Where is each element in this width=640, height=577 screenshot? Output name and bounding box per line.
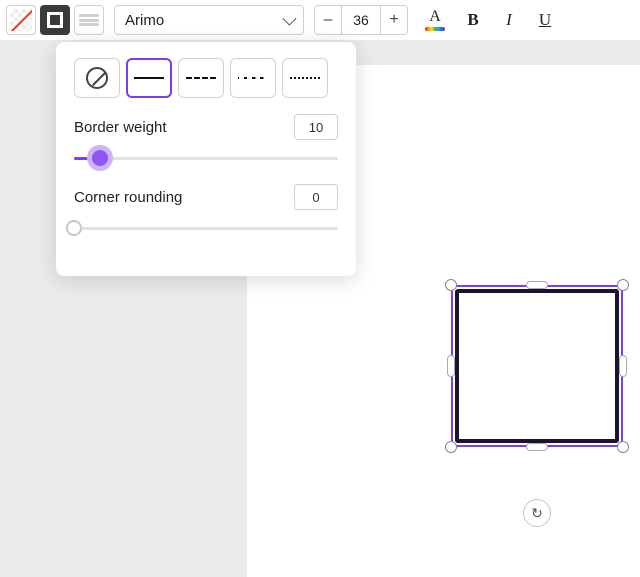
- font-size-value[interactable]: 36: [341, 6, 381, 34]
- border-style-dashed[interactable]: [178, 58, 224, 98]
- corner-rounding-value[interactable]: 0: [294, 184, 338, 210]
- border-weight-thumb[interactable]: [87, 145, 113, 171]
- border-style-options: [74, 58, 338, 98]
- dotted-line-icon: [290, 77, 320, 79]
- none-icon: [86, 67, 108, 89]
- text-color-button[interactable]: A: [420, 5, 450, 35]
- border-style-solid[interactable]: [126, 58, 172, 98]
- rotate-button[interactable]: ↻: [523, 499, 551, 527]
- selected-shape[interactable]: ↻: [447, 281, 627, 451]
- resize-handle-left[interactable]: [447, 355, 455, 377]
- short-dash-line-icon: [238, 77, 268, 79]
- resize-handle-bottom[interactable]: [526, 443, 548, 451]
- border-weight-label: Border weight: [74, 119, 167, 136]
- border-style-panel: Border weight 10 Corner rounding 0: [56, 42, 356, 276]
- font-family-select[interactable]: Arimo: [114, 5, 304, 35]
- border-style-short-dash[interactable]: [230, 58, 276, 98]
- solid-line-icon: [134, 77, 164, 79]
- font-size-decrease-button[interactable]: –: [315, 6, 341, 34]
- resize-handle-bottom-right[interactable]: [617, 441, 629, 453]
- font-size-stepper: – 36 +: [314, 5, 408, 35]
- border-weight-slider[interactable]: [74, 146, 338, 170]
- resize-handle-top-left[interactable]: [445, 279, 457, 291]
- resize-handle-right[interactable]: [619, 355, 627, 377]
- border-weight-control: Border weight 10: [74, 114, 338, 170]
- italic-button[interactable]: I: [496, 5, 522, 35]
- border-weight-value[interactable]: 10: [294, 114, 338, 140]
- rotate-icon: ↻: [531, 505, 543, 522]
- no-fill-icon: [10, 9, 32, 31]
- resize-handle-bottom-left[interactable]: [445, 441, 457, 453]
- corner-rounding-control: Corner rounding 0: [74, 184, 338, 240]
- underline-button[interactable]: U: [532, 5, 558, 35]
- dashed-line-icon: [186, 77, 216, 79]
- no-fill-button[interactable]: [6, 5, 36, 35]
- chevron-down-icon: [282, 12, 296, 26]
- font-family-label: Arimo: [125, 12, 164, 29]
- resize-handle-top-right[interactable]: [617, 279, 629, 291]
- rainbow-icon: [425, 27, 445, 31]
- text-color-letter: A: [429, 9, 441, 25]
- bold-button[interactable]: B: [460, 5, 486, 35]
- border-style-none[interactable]: [74, 58, 120, 98]
- square-outline-icon: [47, 12, 63, 28]
- toolbar: Arimo – 36 + A B I U: [0, 0, 640, 40]
- corner-rounding-thumb[interactable]: [66, 220, 82, 236]
- shape-rectangle[interactable]: [455, 289, 619, 443]
- border-style-button[interactable]: [40, 5, 70, 35]
- fill-lines-button[interactable]: [74, 5, 104, 35]
- corner-rounding-slider[interactable]: [74, 216, 338, 240]
- font-size-increase-button[interactable]: +: [381, 6, 407, 34]
- lines-icon: [79, 10, 99, 30]
- border-style-dotted[interactable]: [282, 58, 328, 98]
- resize-handle-top[interactable]: [526, 281, 548, 289]
- corner-rounding-label: Corner rounding: [74, 189, 182, 206]
